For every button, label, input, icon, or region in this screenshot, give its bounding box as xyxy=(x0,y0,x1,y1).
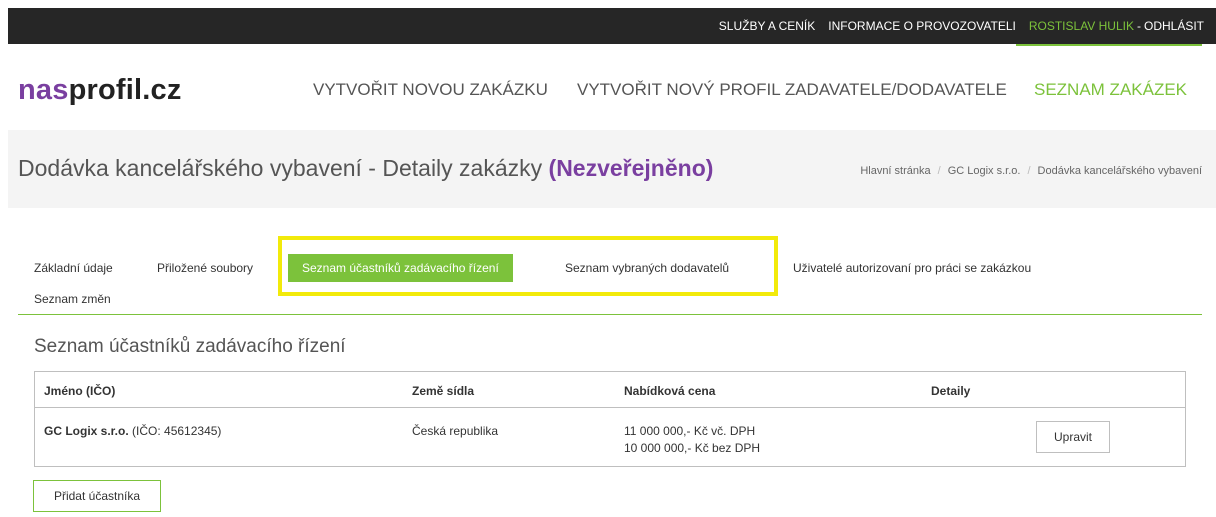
page-title-text: Dodávka kancelářského vybavení - Detaily… xyxy=(18,155,543,181)
logout-link[interactable]: ODHLÁSIT xyxy=(1144,19,1204,33)
participant-ico: (IČO: 45612345) xyxy=(132,424,222,438)
tab-underline xyxy=(18,314,1202,315)
add-participant-button[interactable]: Přidat účastníka xyxy=(33,480,161,512)
participants-table: Jméno (IČO) Země sídla Nabídková cena De… xyxy=(34,371,1186,467)
breadcrumb: Hlavní stránka / GC Logix s.r.o. / Dodávka k… xyxy=(860,165,1202,177)
breadcrumb-current[interactable]: Dodávka kancelářského vybavení xyxy=(1038,165,1202,177)
participant-name: GC Logix s.r.o. xyxy=(44,424,129,438)
publication-status: (Nezveřejněno) xyxy=(548,155,714,181)
top-nav: SLUŽBY A CENÍK INFORMACE O PROVOZOVATELI… xyxy=(706,8,1204,44)
nav-order-list[interactable]: SEZNAM ZAKÁZEK xyxy=(1034,80,1187,100)
participant-name-cell: GC Logix s.r.o. (IČO: 45612345) xyxy=(44,424,221,438)
top-bar: SLUŽBY A CENÍK INFORMACE O PROVOZOVATELI… xyxy=(8,8,1216,44)
tab-attached-files[interactable]: Přiložené soubory xyxy=(157,261,253,275)
operator-info-link[interactable]: INFORMACE O PROVOZOVATELI xyxy=(828,19,1016,33)
nav-create-order[interactable]: VYTVOŘIT NOVOU ZAKÁZKU xyxy=(313,80,548,100)
column-header-name: Jméno (IČO) xyxy=(44,384,116,398)
table-header: Jméno (IČO) Země sídla Nabídková cena De… xyxy=(35,372,1185,408)
column-header-country: Země sídla xyxy=(412,384,475,398)
section-title: Seznam účastníků zadávacího řízení xyxy=(34,336,346,357)
breadcrumb-company[interactable]: GC Logix s.r.o. xyxy=(948,165,1021,177)
edit-participant-button[interactable]: Upravit xyxy=(1036,421,1110,453)
page-title: Dodávka kancelářského vybavení - Detaily… xyxy=(18,155,713,182)
user-underline xyxy=(1016,44,1202,46)
tab-basic-info[interactable]: Základní údaje xyxy=(34,261,113,275)
tab-participants[interactable]: Seznam účastníků zadávacího řízení xyxy=(288,254,513,282)
main-nav: VYTVOŘIT NOVOU ZAKÁZKU VYTVOŘIT NOVÝ PRO… xyxy=(0,80,1216,104)
column-header-price: Nabídková cena xyxy=(624,384,716,398)
breadcrumb-separator: / xyxy=(937,165,941,177)
breadcrumb-home[interactable]: Hlavní stránka xyxy=(860,165,930,177)
nav-create-profile[interactable]: VYTVOŘIT NOVÝ PROFIL ZADAVATELE/DODAVATE… xyxy=(577,80,1007,100)
tab-change-list[interactable]: Seznam změn xyxy=(34,292,111,306)
breadcrumb-separator: / xyxy=(1027,165,1031,177)
tab-selected-suppliers[interactable]: Seznam vybraných dodavatelů xyxy=(565,261,729,275)
services-link[interactable]: SLUŽBY A CENÍK xyxy=(719,19,816,33)
column-header-details: Detaily xyxy=(931,384,971,398)
price-without-vat: 10 000 000,- Kč bez DPH xyxy=(624,441,761,455)
user-link[interactable]: ROSTISLAV HULIK xyxy=(1029,19,1134,33)
participant-country: Česká republika xyxy=(412,424,499,438)
tab-authorized-users[interactable]: Uživatelé autorizovaní pro práci se zaká… xyxy=(793,261,1031,275)
price-with-vat: 11 000 000,- Kč vč. DPH xyxy=(624,424,756,438)
user-separator: - xyxy=(1136,19,1141,33)
